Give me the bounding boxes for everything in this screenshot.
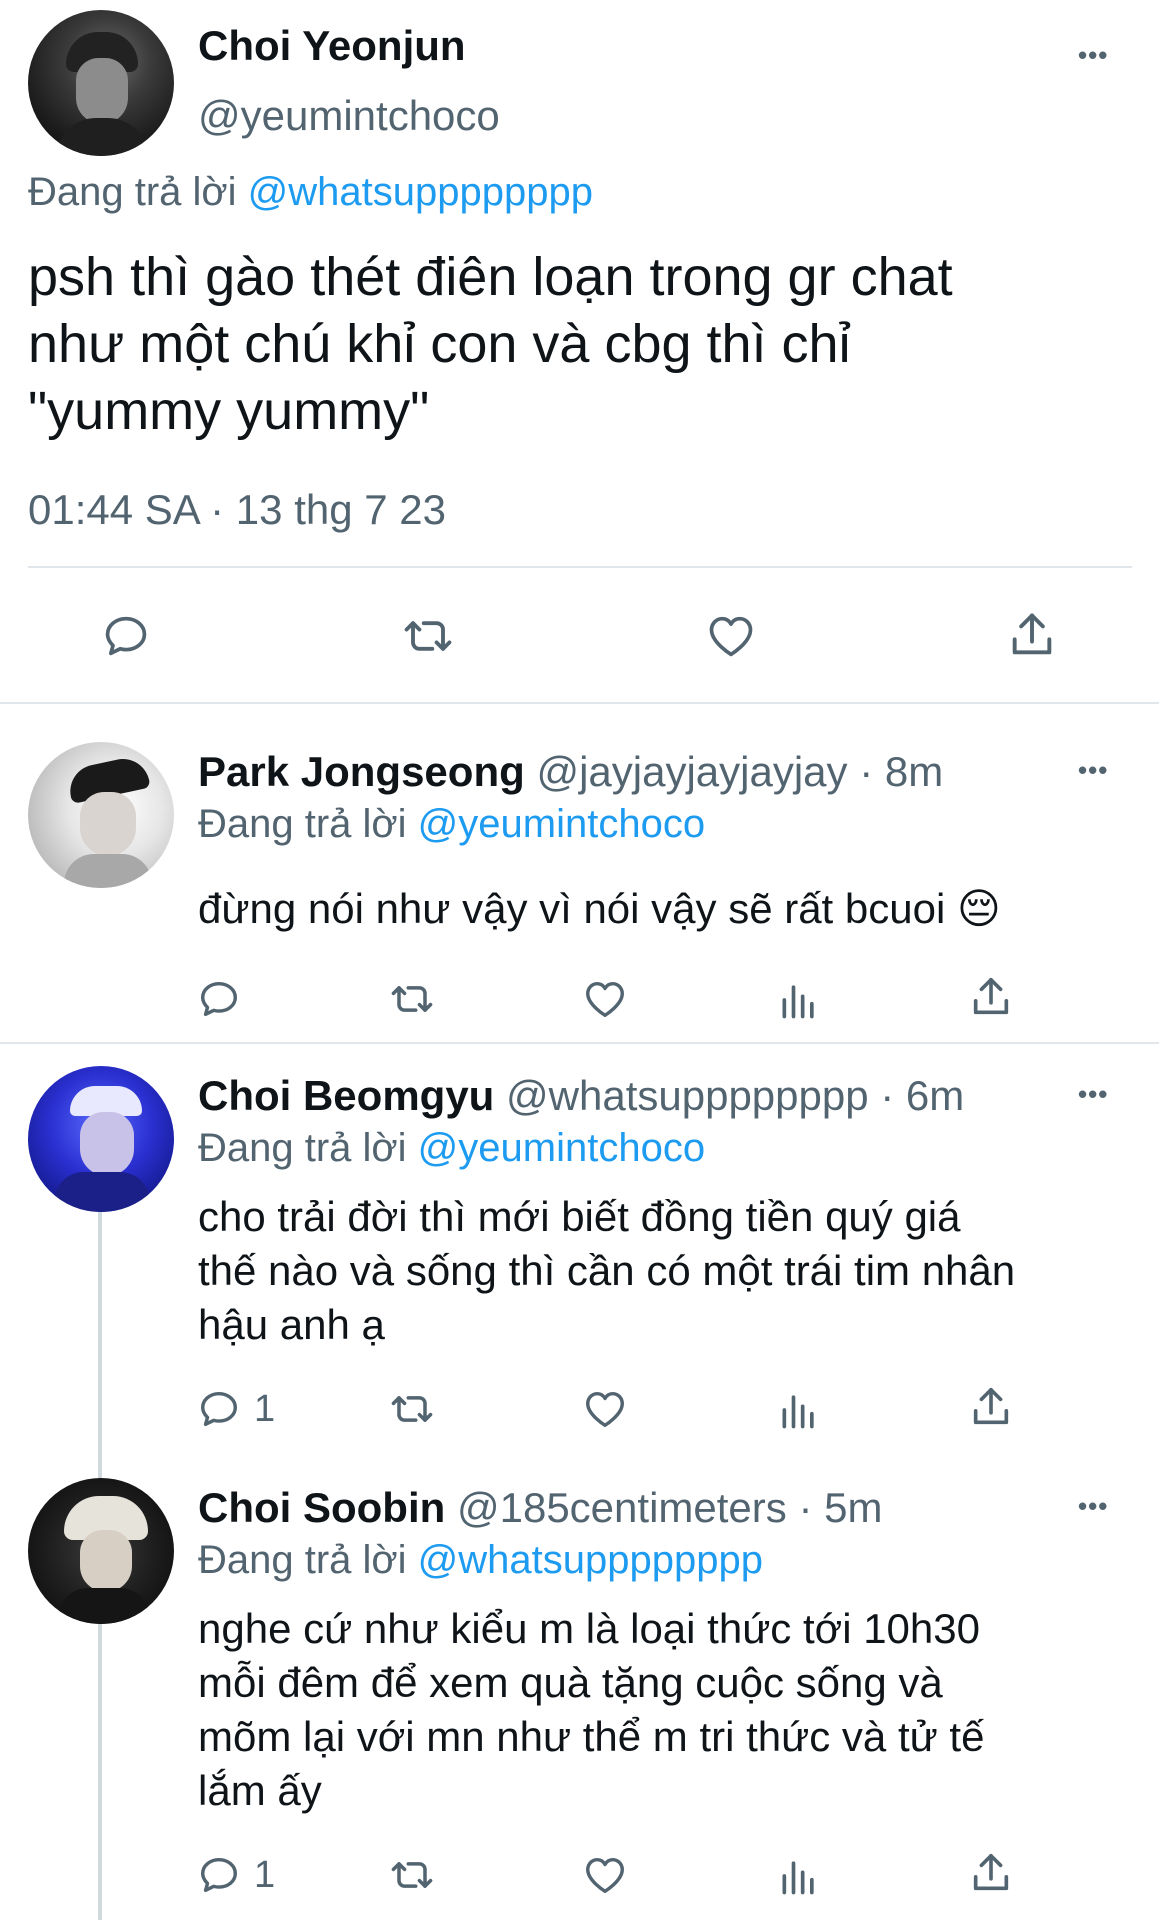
tweet-text-line: psh thì gào thét điên loạn trong gr chat <box>28 247 953 307</box>
retweet-icon[interactable] <box>386 1852 438 1898</box>
replying-to-handle[interactable]: @whatsupppppppp <box>248 170 593 214</box>
tweet-text: psh thì gào thét điên loạn trong gr chat… <box>28 244 953 445</box>
analytics-icon[interactable] <box>776 1388 822 1432</box>
reply-header: Park Jongseong @jayjayjayjayjay · 8m <box>198 748 943 796</box>
reply-count: 1 <box>254 1388 276 1430</box>
more-icon[interactable]: ••• <box>1078 42 1108 68</box>
avatar-choi-yeonjun[interactable] <box>28 10 174 156</box>
share-icon[interactable] <box>968 1384 1014 1430</box>
user-handle[interactable]: @whatsupppppppp <box>506 1072 869 1119</box>
replying-to-handle[interactable]: @yeumintchoco <box>418 802 705 846</box>
reply-icon[interactable] <box>196 1852 242 1898</box>
reply-text-line: thế nào và sống thì cần có một trái tim … <box>198 1247 1016 1294</box>
tweet-text-line: "yummy yummy" <box>28 381 430 441</box>
analytics-icon[interactable] <box>776 978 822 1022</box>
retweet-icon[interactable] <box>398 610 458 662</box>
reply-text-line: nghe cứ như kiểu m là loại thức tới 10h3… <box>198 1605 980 1652</box>
replying-to: Đang trả lời @yeumintchoco <box>198 802 705 847</box>
display-name[interactable]: Choi Beomgyu <box>198 1072 494 1119</box>
reply-text: cho trải đời thì mới biết đồng tiền quý … <box>198 1190 1015 1352</box>
reply-time[interactable]: · 8m <box>859 748 943 795</box>
reply-icon[interactable] <box>196 1386 242 1432</box>
tweet-text-line: như một chú khỉ con và cbg thì chỉ <box>28 314 851 374</box>
replying-to-handle[interactable]: @whatsupppppppp <box>418 1538 763 1582</box>
replying-to-label: Đang trả lời <box>198 802 407 846</box>
display-name[interactable]: Choi Soobin <box>198 1484 445 1531</box>
replying-to: Đang trả lời @yeumintchoco <box>198 1126 705 1171</box>
display-name[interactable]: Choi Yeonjun <box>198 22 466 70</box>
display-name[interactable]: Park Jongseong <box>198 748 525 795</box>
more-icon[interactable]: ••• <box>1078 1493 1108 1519</box>
reply-text-line: mõm lại với mn như thể m tri thức và tử … <box>198 1713 985 1760</box>
analytics-icon[interactable] <box>776 1854 822 1898</box>
heart-icon[interactable] <box>582 1852 628 1898</box>
reply-time[interactable]: · 6m <box>880 1072 964 1119</box>
reply-icon[interactable] <box>100 610 152 662</box>
reply-header: Choi Beomgyu @whatsupppppppp · 6m <box>198 1072 964 1120</box>
reply-icon[interactable] <box>196 976 242 1022</box>
reply-header: Choi Soobin @185centimeters · 5m <box>198 1484 882 1532</box>
reply-text: nghe cứ như kiểu m là loại thức tới 10h3… <box>198 1602 984 1818</box>
heart-icon[interactable] <box>704 610 758 662</box>
retweet-icon[interactable] <box>386 976 438 1022</box>
user-handle[interactable]: @jayjayjayjayjay <box>536 748 847 795</box>
replying-to-handle[interactable]: @yeumintchoco <box>418 1126 705 1170</box>
replying-to-label: Đang trả lời <box>198 1538 407 1582</box>
avatar-park-jongseong[interactable] <box>28 742 174 888</box>
avatar-choi-soobin[interactable] <box>28 1478 174 1624</box>
reply-count: 1 <box>254 1854 276 1896</box>
heart-icon[interactable] <box>582 1386 628 1432</box>
section-divider <box>0 702 1159 704</box>
action-divider <box>28 566 1132 568</box>
reply-text-line: hậu anh ạ <box>198 1301 385 1348</box>
reply-text-line: cho trải đời thì mới biết đồng tiền quý … <box>198 1193 961 1240</box>
section-divider <box>0 1042 1159 1044</box>
replying-to: Đang trả lời @whatsupppppppp <box>28 170 593 215</box>
reply-time[interactable]: · 5m <box>798 1484 882 1531</box>
heart-icon[interactable] <box>582 976 628 1022</box>
reply-text: đừng nói như vậy vì nói vậy sẽ rất bcuoi… <box>198 882 1001 936</box>
more-icon[interactable]: ••• <box>1078 757 1108 783</box>
tweet-timestamp[interactable]: 01:44 SA · 13 thg 7 23 <box>28 486 446 534</box>
share-icon[interactable] <box>1006 608 1058 662</box>
reply-text-line: mỗi đêm để xem quà tặng cuộc sống và <box>198 1659 943 1706</box>
retweet-icon[interactable] <box>386 1386 438 1432</box>
more-icon[interactable]: ••• <box>1078 1081 1108 1107</box>
replying-to-label: Đang trả lời <box>28 170 237 214</box>
avatar-choi-beomgyu[interactable] <box>28 1066 174 1212</box>
replying-to: Đang trả lời @whatsupppppppp <box>198 1538 763 1583</box>
replying-to-label: Đang trả lời <box>198 1126 407 1170</box>
reply-text-line: lắm ấy <box>198 1767 322 1814</box>
user-handle[interactable]: @185centimeters <box>457 1484 787 1531</box>
share-icon[interactable] <box>968 1850 1014 1896</box>
reply-text-line: đừng nói như vậy vì nói vậy sẽ rất bcuoi… <box>198 885 1001 932</box>
user-handle[interactable]: @yeumintchoco <box>198 92 500 140</box>
share-icon[interactable] <box>968 974 1014 1020</box>
